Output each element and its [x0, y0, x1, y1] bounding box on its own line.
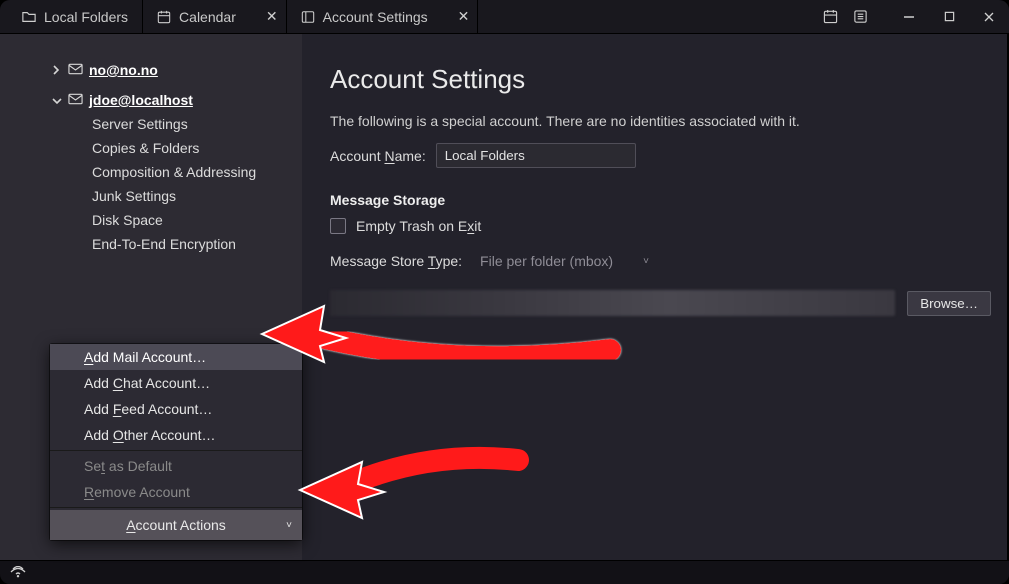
sidebar: no@no.no jdoe@localhost Server Settings … [0, 34, 302, 560]
menu-add-other-account[interactable]: Add Other Account… [50, 422, 302, 448]
main-pane: Account Settings The following is a spec… [302, 34, 1009, 560]
page-description: The following is a special account. Ther… [330, 113, 991, 129]
sidebar-item-e2e-encryption[interactable]: End-To-End Encryption [0, 232, 302, 256]
menu-set-default: Set as Default [50, 453, 302, 479]
tab-local-folders[interactable]: Local Folders [8, 0, 143, 34]
menu-remove-account: Remove Account [50, 479, 302, 505]
tasks-button[interactable] [845, 2, 875, 32]
tab-account-settings[interactable]: Account Settings ✕ [287, 0, 479, 34]
empty-trash-label: Empty Trash on Exit [356, 218, 481, 234]
menu-separator [50, 450, 302, 451]
mail-icon [68, 92, 83, 108]
storage-heading: Message Storage [330, 192, 991, 208]
store-type-label: Message Store Type: [330, 253, 462, 269]
titlebar: Local Folders Calendar ✕ Account Setting… [0, 0, 1009, 34]
tab-label: Calendar [179, 9, 236, 25]
store-type-select: File per folder (mbox) ˅ [474, 250, 655, 272]
account-name-label: Account Name: [330, 148, 426, 164]
account-row-jdoe[interactable]: jdoe@localhost [0, 88, 302, 112]
account-email: jdoe@localhost [89, 92, 193, 108]
account-row-no[interactable]: no@no.no [0, 58, 302, 82]
sidebar-item-junk-settings[interactable]: Junk Settings [0, 184, 302, 208]
menu-add-chat-account[interactable]: Add Chat Account… [50, 370, 302, 396]
sidebar-item-disk-space[interactable]: Disk Space [0, 208, 302, 232]
calendar-icon [157, 10, 171, 24]
folder-icon [22, 10, 36, 24]
chevron-right-icon [52, 62, 62, 78]
page-title: Account Settings [330, 64, 991, 95]
settings-pane-icon [301, 10, 315, 24]
app-window: Local Folders Calendar ✕ Account Setting… [0, 0, 1009, 584]
menu-add-feed-account[interactable]: Add Feed Account… [50, 396, 302, 422]
close-button[interactable] [969, 0, 1009, 34]
close-icon[interactable]: ✕ [458, 8, 470, 25]
calendar-button[interactable] [815, 2, 845, 32]
local-directory-row: Browse… [330, 290, 991, 316]
account-name-input[interactable] [436, 143, 636, 168]
account-actions-menu: Add Mail Account… Add Chat Account… Add … [50, 344, 302, 540]
menu-separator [50, 507, 302, 508]
account-actions-button[interactable]: Account Actions ˅ [50, 510, 302, 540]
empty-trash-checkbox[interactable] [330, 218, 346, 234]
minimize-button[interactable] [889, 0, 929, 34]
tab-calendar[interactable]: Calendar ✕ [143, 0, 287, 34]
mail-icon [68, 62, 83, 78]
sidebar-item-composition[interactable]: Composition & Addressing [0, 160, 302, 184]
account-email: no@no.no [89, 62, 158, 78]
close-icon[interactable]: ✕ [266, 8, 278, 25]
browse-button[interactable]: Browse… [907, 291, 991, 316]
online-status-icon[interactable] [10, 565, 26, 581]
maximize-button[interactable] [929, 0, 969, 34]
sidebar-item-copies-folders[interactable]: Copies & Folders [0, 136, 302, 160]
menu-add-mail-account[interactable]: Add Mail Account… [50, 344, 302, 370]
sidebar-item-server-settings[interactable]: Server Settings [0, 112, 302, 136]
account-name-row: Account Name: [330, 143, 991, 168]
chevron-down-icon: ˅ [643, 256, 649, 267]
body: no@no.no jdoe@localhost Server Settings … [0, 34, 1009, 560]
tab-label: Account Settings [323, 9, 428, 25]
chevron-down-icon: ˅ [286, 520, 292, 531]
titlebar-right [815, 0, 1009, 34]
tab-label: Local Folders [44, 9, 128, 25]
statusbar [0, 560, 1009, 584]
chevron-down-icon [52, 92, 62, 108]
local-directory-input[interactable] [330, 290, 895, 316]
empty-trash-row: Empty Trash on Exit [330, 218, 991, 234]
store-type-value: File per folder (mbox) [480, 253, 613, 269]
store-type-row: Message Store Type: File per folder (mbo… [330, 250, 991, 272]
